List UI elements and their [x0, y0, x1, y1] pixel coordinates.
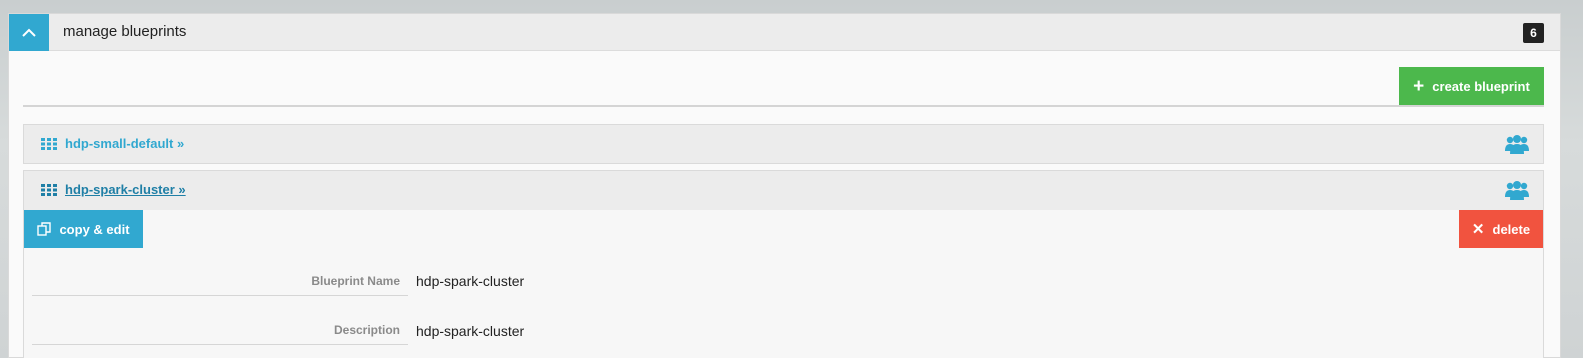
- blueprint-name-label: Blueprint Name: [32, 274, 408, 296]
- manage-blueprints-panel: manage blueprints 6 + create blueprint h…: [8, 13, 1561, 358]
- users-icon: [1505, 181, 1529, 200]
- delete-button[interactable]: ✕ delete: [1459, 210, 1543, 248]
- blueprint-row[interactable]: hdp-small-default »: [23, 124, 1544, 164]
- plus-icon: +: [1413, 75, 1425, 97]
- users-icon: [1505, 135, 1529, 154]
- divider: [23, 105, 1544, 107]
- description-value: hdp-spark-cluster: [416, 323, 525, 339]
- blueprint-row[interactable]: hdp-spark-cluster »: [23, 170, 1544, 210]
- panel-title: manage blueprints: [63, 23, 187, 40]
- close-icon: ✕: [1471, 221, 1485, 238]
- blueprint-name-value: hdp-spark-cluster: [416, 273, 525, 289]
- copy-icon: [37, 222, 52, 236]
- blueprint-name-link[interactable]: hdp-small-default »: [65, 136, 184, 151]
- blueprint-count-badge: 6: [1523, 23, 1544, 43]
- description-label: Description: [32, 323, 408, 345]
- grid-icon: [41, 138, 57, 150]
- grid-icon: [41, 184, 57, 196]
- collapse-button[interactable]: [9, 14, 49, 51]
- blueprint-name-link[interactable]: hdp-spark-cluster »: [65, 182, 186, 197]
- delete-label: delete: [1492, 221, 1531, 237]
- blueprint-details: copy & edit ✕ delete Blueprint Name hdp-…: [23, 210, 1544, 358]
- panel-header: manage blueprints 6: [9, 14, 1560, 51]
- copy-edit-button[interactable]: copy & edit: [24, 210, 143, 248]
- create-blueprint-button[interactable]: + create blueprint: [1399, 67, 1544, 105]
- copy-edit-label: copy & edit: [59, 221, 130, 237]
- create-blueprint-label: create blueprint: [1432, 78, 1530, 94]
- chevron-up-icon: [22, 28, 36, 37]
